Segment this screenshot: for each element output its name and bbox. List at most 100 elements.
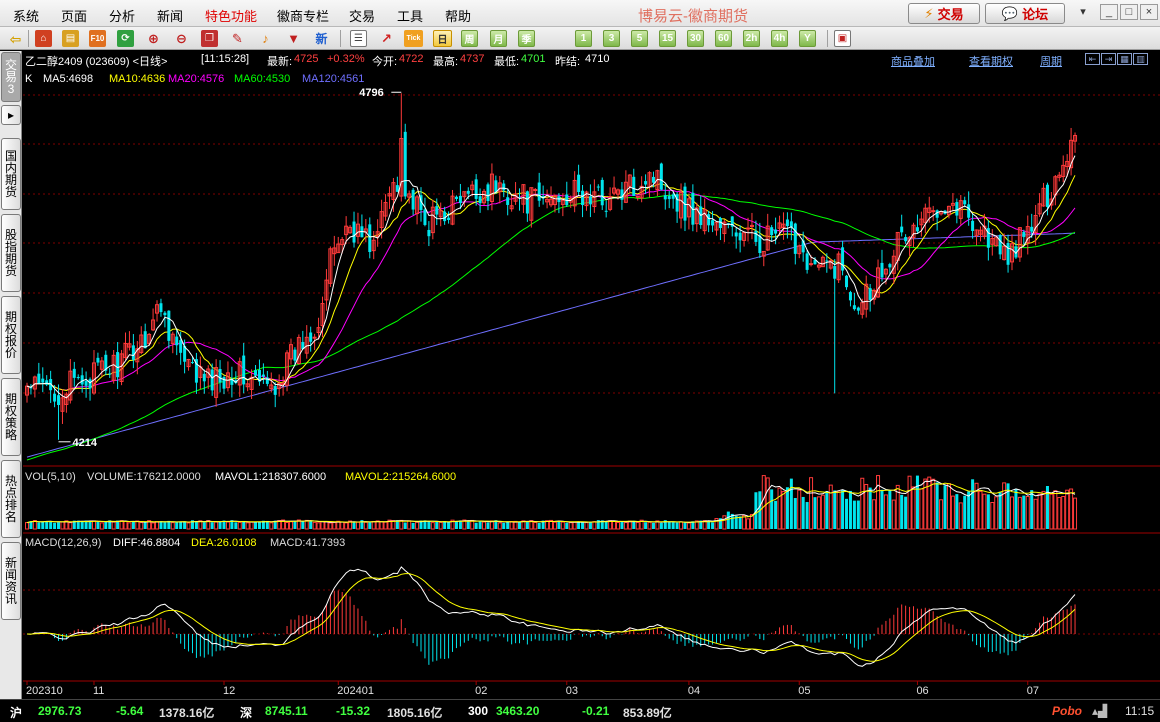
vol-bar-197 xyxy=(801,496,805,529)
new-icon[interactable]: 新 xyxy=(313,30,330,47)
vol-bar-109 xyxy=(454,521,458,529)
line-chart-icon[interactable]: ↗ xyxy=(378,30,395,47)
bell-icon[interactable]: ♪ xyxy=(257,30,274,47)
tab-option-quotes[interactable]: 期权报价 xyxy=(1,296,21,374)
vol-bar-262 xyxy=(1057,497,1062,530)
tab-index-futures[interactable]: 股指期货 xyxy=(1,214,21,292)
vol-bar-196 xyxy=(797,489,802,530)
tick-button[interactable]: Tick xyxy=(404,30,423,47)
menu-item-trade[interactable]: 交易 xyxy=(349,6,375,25)
period-button-0[interactable]: 日 xyxy=(433,30,452,47)
zoom-in-icon[interactable]: ⊕ xyxy=(145,30,162,47)
candle-body-119 xyxy=(494,180,498,193)
pobo-logo: Pobo xyxy=(1052,704,1082,718)
overlay-commodity-link[interactable]: 商品叠加 xyxy=(891,53,935,69)
period-button-5[interactable]: 3 xyxy=(603,30,620,47)
candle-body-38 xyxy=(175,336,179,346)
candle-body-12 xyxy=(72,368,76,378)
sz-change: -15.32 xyxy=(336,704,371,718)
menu-item-help[interactable]: 帮助 xyxy=(445,6,471,25)
period-button-4[interactable]: 1 xyxy=(575,30,592,47)
vol-bar-236 xyxy=(955,494,959,529)
view-options-link[interactable]: 查看期权 xyxy=(969,53,1013,69)
filter-icon[interactable]: ▼ xyxy=(285,30,302,47)
layout-icon[interactable]: ▥ xyxy=(1133,53,1148,65)
menu-item-news[interactable]: 新闻 xyxy=(157,6,183,25)
menu-item-huishang-column[interactable]: 徽商专栏 xyxy=(277,6,329,25)
candle-body-60 xyxy=(261,374,265,377)
pencil-icon[interactable]: ✎ xyxy=(229,30,246,47)
vol-bar-136 xyxy=(560,521,565,530)
vol-bar-202 xyxy=(820,494,825,530)
tab-trade3[interactable]: 交易3 xyxy=(1,52,21,102)
tab-domestic-futures[interactable]: 国内期货 xyxy=(1,138,21,210)
period-button-7[interactable]: 15 xyxy=(659,30,676,47)
period-button-9[interactable]: 60 xyxy=(715,30,732,47)
x-label-8: 06 xyxy=(916,685,928,697)
candle-body-249 xyxy=(1006,242,1010,265)
panel-icon[interactable]: ▣ xyxy=(834,30,851,47)
tab-expand[interactable]: ▸ xyxy=(1,105,21,125)
menu-item-features[interactable]: 特色功能 xyxy=(205,6,257,25)
candle-body-223 xyxy=(904,237,908,242)
grid-icon[interactable]: ▦ xyxy=(1117,53,1132,65)
vol-bar-227 xyxy=(919,488,924,530)
vol-bar-11 xyxy=(68,522,73,530)
database-icon[interactable]: ▤ xyxy=(62,30,79,47)
trade-button[interactable]: ⚡ 交易 xyxy=(908,3,980,24)
period-button-10[interactable]: 2h xyxy=(743,30,760,47)
vol-bar-96 xyxy=(403,522,407,529)
vol-bar-210 xyxy=(852,500,856,529)
menu-item-tools[interactable]: 工具 xyxy=(397,6,423,25)
period-button-1[interactable]: 周 xyxy=(461,30,478,47)
window-icon[interactable]: ❐ xyxy=(201,30,218,47)
f10-icon[interactable]: F10 xyxy=(89,30,106,47)
vol-bar-158 xyxy=(647,521,652,530)
close-button[interactable]: × xyxy=(1140,4,1158,20)
candle-body-209 xyxy=(848,292,852,301)
candle-body-239 xyxy=(967,204,971,218)
vol-bar-153 xyxy=(627,520,632,530)
period-link[interactable]: 周期 xyxy=(1040,53,1062,69)
vol-bar-223 xyxy=(904,496,908,529)
candle-body-211 xyxy=(856,307,860,311)
vol-bar-5 xyxy=(45,521,49,529)
menu-item-analysis[interactable]: 分析 xyxy=(109,6,135,25)
dropdown-icon[interactable]: ▾ xyxy=(1076,4,1090,20)
vol-bar-43 xyxy=(194,521,198,529)
back-arrow-icon[interactable]: ⇦ xyxy=(7,30,24,47)
minimize-button[interactable]: _ xyxy=(1100,4,1118,20)
candle-body-186 xyxy=(758,235,762,253)
menu-item-system[interactable]: 系统 xyxy=(13,6,39,25)
period-button-3[interactable]: 季 xyxy=(518,30,535,47)
period-button-6[interactable]: 5 xyxy=(631,30,648,47)
home-icon[interactable]: ⌂ xyxy=(35,30,52,47)
period-button-8[interactable]: 30 xyxy=(687,30,704,47)
maximize-button[interactable]: □ xyxy=(1120,4,1138,20)
vol-bar-29 xyxy=(139,522,144,530)
prev-page-icon[interactable]: ⇤ xyxy=(1085,53,1100,65)
clock: 11:15 xyxy=(1125,704,1155,718)
menu-item-page[interactable]: 页面 xyxy=(61,6,87,25)
vol-bar-18 xyxy=(96,521,100,529)
vol-bar-190 xyxy=(774,500,778,529)
tab-hot-ranking[interactable]: 热点排名 xyxy=(1,460,21,538)
tab-news[interactable]: 新闻资讯 xyxy=(1,542,21,620)
candle-body-101 xyxy=(423,209,427,225)
tab-option-strategies[interactable]: 期权策略 xyxy=(1,378,21,456)
candle-body-42 xyxy=(190,362,194,364)
refresh-icon[interactable]: ⟳ xyxy=(117,30,134,47)
zoom-out-icon[interactable]: ⊖ xyxy=(173,30,190,47)
forum-button[interactable]: 💬 论坛 xyxy=(985,3,1065,24)
candle-body-238 xyxy=(963,200,967,205)
kline-chart[interactable]: 4796 4214 202310 11 12 202401 02 03 04 05 06 07 xyxy=(23,51,1160,699)
lightning-icon: ⚡ xyxy=(924,5,934,21)
period-button-11[interactable]: 4h xyxy=(771,30,788,47)
next-page-icon[interactable]: ⇥ xyxy=(1101,53,1116,65)
period-button-2[interactable]: 月 xyxy=(490,30,507,47)
candle-body-190 xyxy=(774,229,778,234)
vol-bar-214 xyxy=(868,487,872,529)
period-button-12[interactable]: Y xyxy=(799,30,816,47)
list-icon[interactable]: ☰ xyxy=(350,30,367,47)
vol-bar-243 xyxy=(982,493,987,530)
